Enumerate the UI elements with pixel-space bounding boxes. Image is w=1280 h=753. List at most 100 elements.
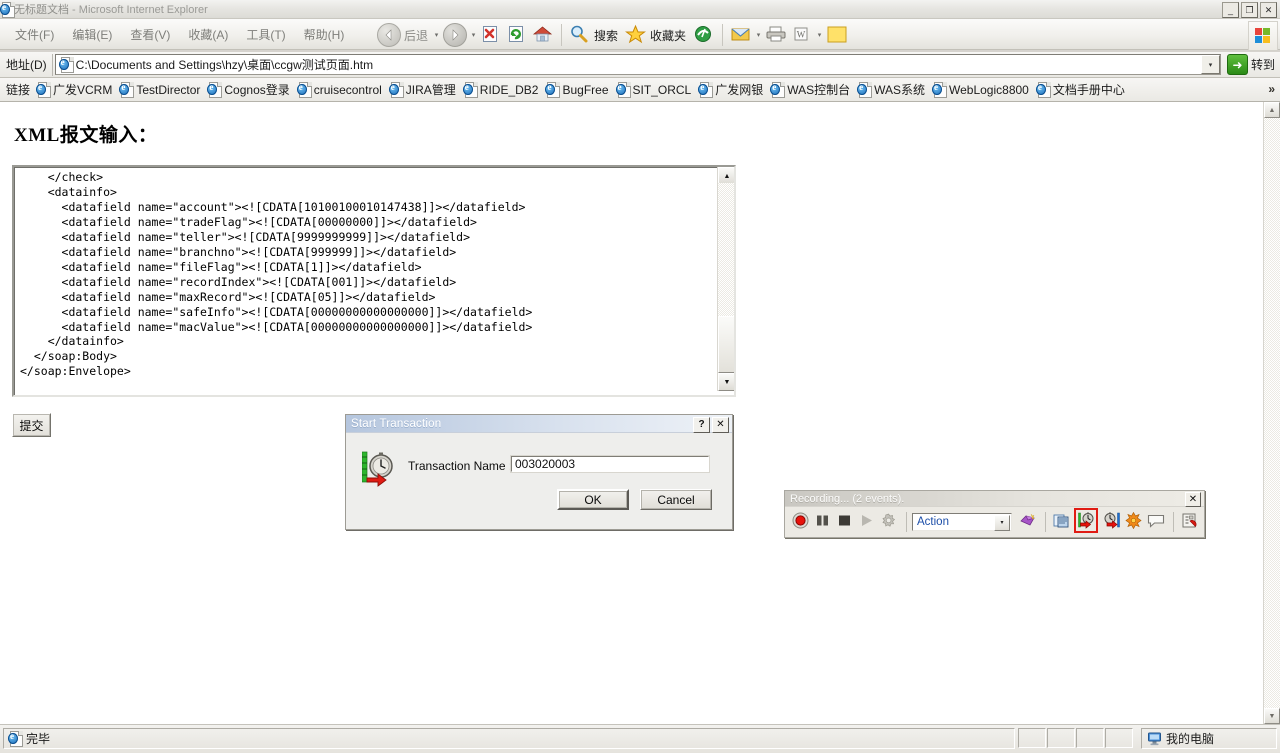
new-action-button[interactable]: [1018, 512, 1037, 531]
submit-button[interactable]: 提交: [12, 413, 51, 437]
action-combobox[interactable]: Action ▾: [912, 512, 1012, 531]
link-item[interactable]: WebLogic8800: [930, 81, 1034, 98]
page-icon: [932, 82, 947, 98]
comment-button[interactable]: [1146, 512, 1165, 531]
link-item[interactable]: 文档手册中心: [1034, 80, 1130, 99]
go-button[interactable]: ➜ 转到: [1223, 54, 1280, 75]
page-scroll-up-button[interactable]: ▲: [1264, 102, 1280, 118]
cancel-button[interactable]: Cancel: [640, 489, 712, 510]
status-message-area: 完毕: [3, 728, 1015, 749]
page-scroll-down-button[interactable]: ▼: [1264, 708, 1280, 724]
link-label: JIRA管理: [405, 83, 456, 97]
menu-item-view[interactable]: 查看(V): [121, 24, 179, 45]
dialog-body: Transaction Name : 003020003 OK Cancel: [346, 433, 732, 529]
link-label: SIT_ORCL: [632, 82, 692, 97]
home-button[interactable]: [530, 22, 556, 48]
forward-dropdown-icon[interactable]: ▾: [469, 22, 478, 48]
edit-dropdown-icon[interactable]: ▾: [815, 22, 824, 48]
edit-word-button[interactable]: W: [789, 22, 815, 48]
favorites-button[interactable]: 收藏夹: [623, 22, 691, 48]
page-icon: [388, 82, 404, 98]
insert-step-button[interactable]: [1051, 512, 1070, 531]
link-label: 广发VCRM: [53, 83, 113, 97]
menu-item-help[interactable]: 帮助(H): [295, 24, 354, 45]
xml-input-textarea[interactable]: </check> <datainfo> <datafield name="acc…: [12, 165, 736, 397]
page-icon: [615, 82, 631, 98]
maximize-button[interactable]: ❐: [1241, 2, 1258, 18]
minimize-button[interactable]: _: [1222, 2, 1239, 18]
link-item[interactable]: WAS系统: [855, 80, 930, 99]
back-label: 后退: [404, 28, 429, 43]
menu-item-file[interactable]: 文件(F): [6, 24, 63, 45]
back-arrow-icon: [377, 23, 401, 47]
security-zone-text: 我的电脑: [1166, 732, 1215, 746]
textarea-scrollbar[interactable]: ▲ ▼: [717, 167, 734, 391]
action-combobox-value: Action: [917, 515, 949, 528]
refresh-button[interactable]: [504, 22, 530, 48]
page-title: XML报文输入：: [14, 125, 158, 146]
home-icon: [532, 24, 554, 46]
page-icon: [119, 82, 135, 98]
menu-item-tools[interactable]: 工具(T): [237, 24, 294, 45]
page-scrollbar[interactable]: ▲ ▼: [1263, 102, 1280, 724]
end-transaction-button[interactable]: [1102, 512, 1121, 531]
edit-word-icon: W: [791, 24, 813, 46]
new-action-icon: [1019, 512, 1037, 532]
link-label: WAS控制台: [787, 83, 851, 97]
link-item[interactable]: JIRA管理: [387, 80, 461, 99]
links-overflow-button[interactable]: »: [1268, 82, 1275, 96]
dialog-close-button[interactable]: ✕: [712, 417, 729, 433]
mail-button[interactable]: [728, 22, 754, 48]
page-icon: [698, 82, 714, 98]
link-label: cruisecontrol: [313, 82, 382, 97]
page-icon: [1035, 82, 1051, 98]
selection-highlight: [1074, 508, 1098, 533]
transaction-name-input[interactable]: 003020003: [511, 456, 709, 472]
search-button[interactable]: 搜索: [567, 22, 623, 48]
back-button[interactable]: 后退: [375, 22, 432, 48]
properties-button[interactable]: [1179, 512, 1198, 531]
menu-item-favorites[interactable]: 收藏(A): [179, 24, 237, 45]
stop-button[interactable]: [835, 512, 854, 531]
link-item[interactable]: BugFree: [543, 81, 613, 98]
forward-button[interactable]: [441, 22, 469, 48]
address-dropdown-button[interactable]: ▾: [1200, 55, 1220, 74]
back-dropdown-icon[interactable]: ▾: [432, 22, 441, 48]
ok-button[interactable]: OK: [557, 489, 629, 510]
media-button[interactable]: [691, 22, 717, 48]
link-item[interactable]: 广发VCRM: [34, 80, 117, 99]
dialog-title-bar: Start Transaction ? ✕: [346, 415, 732, 433]
close-button[interactable]: ✕: [1260, 2, 1277, 18]
record-button[interactable]: [791, 512, 810, 531]
play-button[interactable]: [857, 512, 876, 531]
start-transaction-button[interactable]: [1074, 508, 1098, 533]
menu-item-edit[interactable]: 编辑(E): [63, 24, 121, 45]
link-item[interactable]: WAS控制台: [768, 80, 855, 99]
link-item[interactable]: Cognos登录: [205, 80, 294, 99]
link-item[interactable]: cruisecontrol: [295, 81, 387, 98]
print-button[interactable]: [763, 22, 789, 48]
page-icon: [58, 57, 74, 73]
messenger-button[interactable]: [824, 22, 850, 48]
link-item[interactable]: 广发网银: [696, 80, 768, 99]
settings-button[interactable]: [879, 512, 898, 531]
link-item[interactable]: RIDE_DB2: [461, 81, 544, 98]
pause-button[interactable]: [813, 512, 832, 531]
address-input[interactable]: C:\Documents and Settings\hzy\桌面\ccgw测试页…: [54, 54, 1221, 75]
status-cell: [1105, 728, 1133, 748]
navigation-toolbar: 后退 ▾ ▾ 搜索 收藏夹 ▾ W ▾: [375, 21, 850, 49]
recording-close-button[interactable]: ✕: [1185, 492, 1201, 507]
scrollbar-thumb[interactable]: [718, 316, 734, 373]
ie-browser-window: 无标题文档 - Microsoft Internet Explorer _ ❐ …: [0, 0, 1280, 753]
mail-dropdown-icon[interactable]: ▾: [754, 22, 763, 48]
stop-button[interactable]: [478, 22, 504, 48]
rendezvous-button[interactable]: [1124, 511, 1143, 531]
security-zone-indicator: 我的电脑: [1141, 728, 1277, 749]
gear-icon: [880, 512, 897, 532]
link-item[interactable]: SIT_ORCL: [614, 81, 697, 98]
dialog-help-button[interactable]: ?: [693, 417, 710, 433]
chevron-down-icon[interactable]: ▾: [994, 514, 1010, 531]
msn-brand-button[interactable]: [1248, 21, 1278, 51]
link-item[interactable]: TestDirector: [117, 81, 205, 98]
scroll-down-button[interactable]: ▼: [718, 373, 734, 391]
